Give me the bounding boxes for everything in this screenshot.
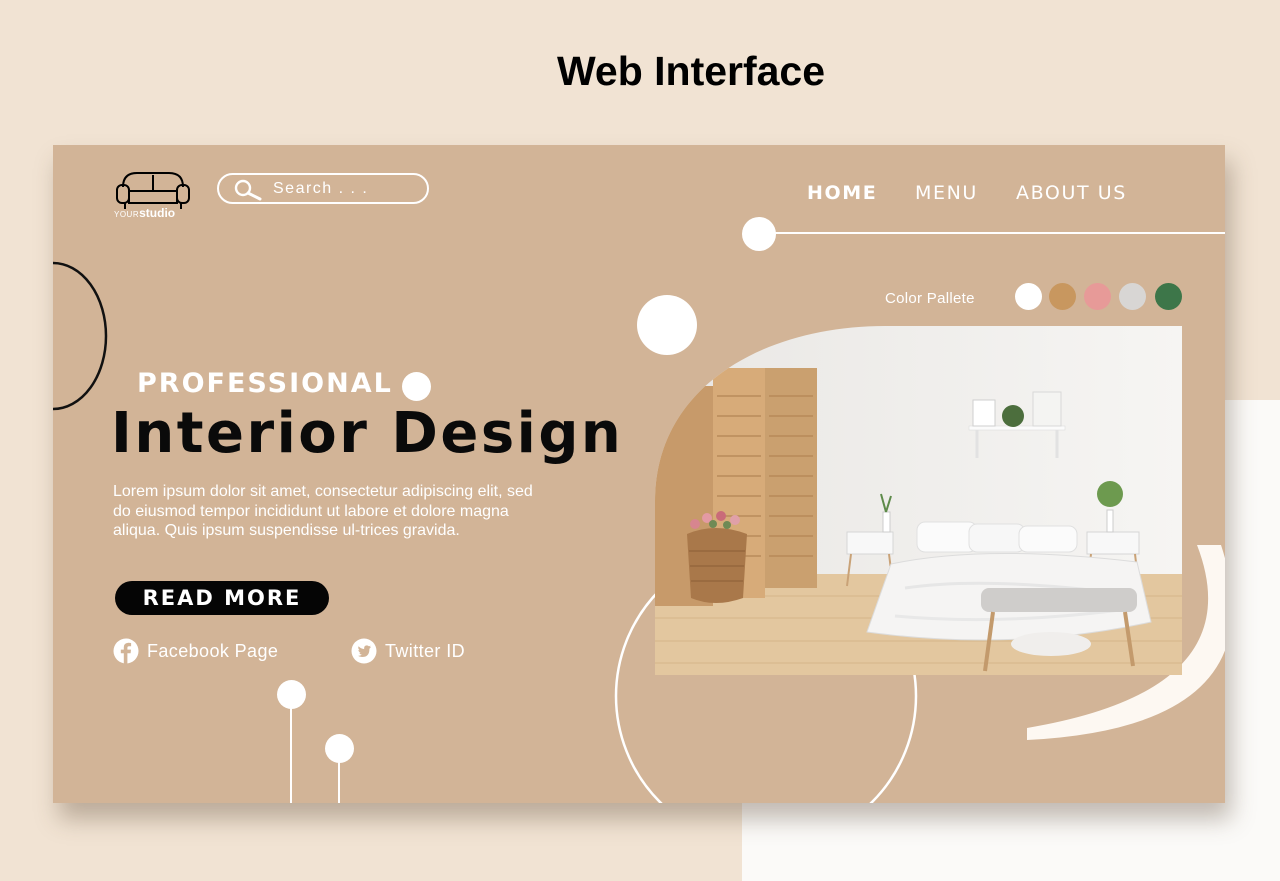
facebook-label: Facebook Page [147, 641, 279, 661]
decor-dot-stem-right [325, 734, 354, 763]
bedroom-photo [655, 326, 1182, 675]
palette-swatch-grey [1119, 283, 1146, 310]
read-more-button[interactable]: READ MORE [115, 581, 329, 615]
logo-your: YOUR [114, 210, 140, 219]
palette-swatch-green [1155, 283, 1182, 310]
search-bar[interactable] [217, 173, 429, 204]
nav-about-us[interactable]: ABOUT US [1016, 182, 1127, 204]
search-input[interactable] [273, 180, 413, 198]
facebook-icon [113, 638, 139, 664]
facebook-link[interactable]: Facebook Page [113, 638, 313, 664]
decor-dot-heading [402, 372, 431, 401]
nav-underline [767, 232, 1225, 234]
nav-menu[interactable]: MENU [915, 182, 978, 204]
twitter-icon [351, 638, 377, 664]
page-heading: Web Interface [556, 48, 826, 94]
color-palette-label: Color Pallete [885, 290, 975, 307]
twitter-label: Twitter ID [385, 641, 466, 661]
logo-studio: studio [139, 206, 176, 220]
search-icon[interactable] [233, 179, 265, 201]
logo-wordmark[interactable]: YOURstudio [114, 206, 175, 220]
nav-home[interactable]: HOME [807, 182, 877, 204]
palette-swatch-pink [1084, 283, 1111, 310]
left-arc-decoration [53, 261, 108, 411]
website-mockup-card: YOURstudio HOME MENU ABOUT US Color Pall… [53, 145, 1225, 803]
palette-swatch-white [1015, 283, 1042, 310]
hero-headline: Interior Design [111, 401, 624, 466]
decor-dot-stem-left [277, 680, 306, 709]
nav-slider-dot [742, 217, 776, 251]
palette-swatch-tan [1049, 283, 1076, 310]
twitter-link[interactable]: Twitter ID [351, 638, 491, 664]
hero-description: Lorem ipsum dolor sit amet, consectetur … [113, 483, 533, 540]
hero-kicker: PROFESSIONAL [137, 368, 393, 399]
